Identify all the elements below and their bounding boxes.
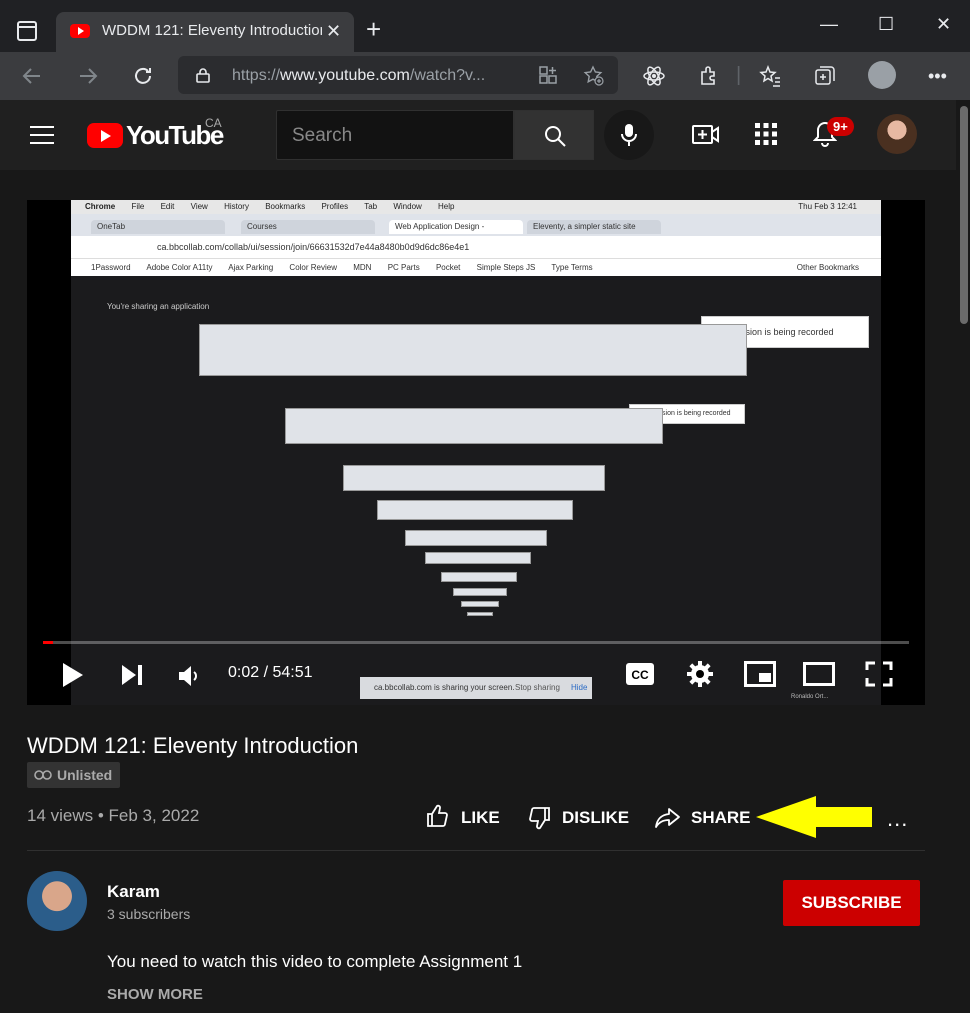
progress-played	[43, 641, 53, 644]
progress-bar[interactable]	[43, 641, 909, 644]
browser-toolbar: https://www.youtube.com/watch?v... | •••	[0, 52, 970, 100]
new-tab-button[interactable]: +	[366, 14, 381, 45]
video-player[interactable]: Chrome File Edit View History Bookmarks …	[27, 200, 925, 705]
lock-icon[interactable]	[196, 67, 210, 83]
page-scrollbar-thumb[interactable]	[960, 106, 968, 324]
maximize-button[interactable]: ☐	[878, 14, 894, 35]
nested-window-5	[405, 530, 547, 546]
video-stats: 14 views • Feb 3, 2022	[27, 806, 200, 825]
refresh-icon[interactable]	[131, 64, 155, 88]
yellow-pointer-arrow-icon	[756, 796, 872, 838]
play-icon[interactable]	[61, 660, 85, 690]
screen-share-bar: ca.bbcollab.com is sharing your screen. …	[360, 677, 592, 699]
browser-menu-icon[interactable]: •••	[928, 65, 947, 87]
search-button[interactable]	[514, 110, 594, 160]
browser-titlebar: WDDM 121: Eleventy Introduction ✕ + — ☐ …	[0, 0, 970, 52]
microphone-icon	[621, 124, 637, 146]
nested-window-6	[425, 552, 531, 564]
forward-arrow-icon[interactable]	[76, 64, 100, 88]
minimize-button[interactable]: —	[820, 14, 838, 35]
toolbar-divider: |	[736, 64, 742, 86]
collections-icon[interactable]	[813, 64, 837, 88]
close-window-button[interactable]: ✕	[936, 14, 951, 35]
back-arrow-icon[interactable]	[20, 64, 44, 88]
nested-window-7	[441, 572, 517, 582]
video-time: 0:02 / 54:51	[228, 664, 313, 681]
nested-window-9	[461, 601, 499, 607]
nested-window-1	[199, 324, 747, 376]
video-frame: Chrome File Edit View History Bookmarks …	[71, 200, 881, 705]
youtube-favicon-icon	[70, 24, 90, 38]
browser-profile-icon[interactable]	[868, 61, 896, 89]
sharing-note: You're sharing an application	[107, 302, 210, 311]
search-placeholder: Search	[292, 125, 353, 146]
hamburger-menu-icon[interactable]	[30, 126, 54, 144]
country-code: CA	[205, 116, 222, 130]
miniplayer-icon[interactable]	[744, 661, 776, 687]
volume-icon[interactable]	[177, 664, 203, 688]
youtube-logo-icon[interactable]	[87, 123, 123, 148]
add-favorite-icon[interactable]	[583, 65, 605, 87]
svg-text:CC: CC	[631, 668, 649, 682]
dislike-label: DISLIKE	[562, 808, 630, 827]
search-input[interactable]: Search	[276, 110, 514, 160]
nested-window-8	[453, 588, 507, 596]
inner-chrome-window: OneTab Courses Web Application Design - …	[71, 214, 881, 276]
captions-icon[interactable]: CC	[625, 662, 655, 686]
page-scrollbar[interactable]	[956, 100, 970, 1013]
voice-search-button[interactable]	[604, 110, 654, 160]
tab-close-icon[interactable]: ✕	[326, 21, 341, 42]
nested-window-10	[467, 612, 493, 616]
apps-grid-icon[interactable]	[754, 122, 778, 146]
nested-window-4	[377, 500, 573, 520]
video-description: You need to watch this video to complete…	[107, 952, 523, 971]
create-video-icon[interactable]	[692, 122, 720, 148]
settings-gear-icon[interactable]	[686, 660, 714, 688]
participant-name: Ronaldo Ort...	[791, 694, 829, 700]
favorites-icon[interactable]	[758, 64, 782, 88]
next-video-icon[interactable]	[120, 664, 144, 686]
thumbs-down-icon	[529, 807, 550, 830]
section-divider	[27, 850, 925, 851]
link-icon	[34, 770, 52, 780]
app-available-icon[interactable]	[538, 65, 558, 85]
channel-name[interactable]: Karam	[107, 882, 160, 902]
fullscreen-icon[interactable]	[865, 661, 893, 687]
share-label: SHARE	[691, 808, 751, 827]
mac-menu-bar: Chrome File Edit View History Bookmarks …	[71, 200, 881, 214]
youtube-header: YouTube CA Search 9+	[0, 100, 956, 170]
tab-actions-icon[interactable]	[14, 18, 40, 44]
notification-badge: 9+	[827, 117, 854, 136]
browser-tab[interactable]: WDDM 121: Eleventy Introduction ✕	[56, 12, 354, 52]
search-icon	[545, 126, 566, 147]
url-text[interactable]: https://www.youtube.com/watch?v...	[232, 67, 485, 85]
share-arrow-icon	[655, 808, 680, 828]
video-title: WDDM 121: Eleventy Introduction	[27, 733, 359, 758]
show-more-button[interactable]: SHOW MORE	[107, 986, 203, 1003]
thumbs-up-icon	[427, 804, 448, 827]
subscribe-button[interactable]: SUBSCRIBE	[783, 880, 920, 926]
extensions-icon[interactable]	[697, 64, 721, 88]
subscriber-count: 3 subscribers	[107, 906, 191, 922]
more-actions-button[interactable]: ...	[887, 806, 908, 832]
tab-title: WDDM 121: Eleventy Introduction	[102, 22, 322, 39]
react-devtools-icon[interactable]	[642, 64, 666, 88]
theater-mode-icon[interactable]	[803, 662, 835, 686]
user-avatar[interactable]	[877, 114, 917, 154]
like-label: LIKE	[461, 808, 500, 827]
channel-avatar[interactable]	[27, 871, 87, 931]
unlisted-badge: Unlisted	[27, 762, 121, 788]
address-bar[interactable]: https://www.youtube.com/watch?v...	[178, 56, 618, 94]
nested-window-3	[343, 465, 605, 491]
nested-window-2	[285, 408, 663, 444]
